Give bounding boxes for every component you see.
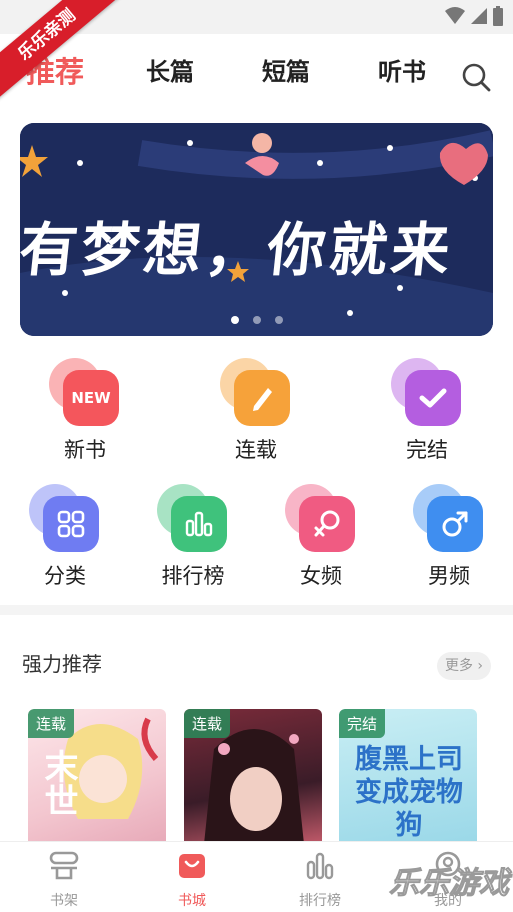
category-label: 分类 <box>44 564 86 588</box>
pencil-icon <box>234 370 290 426</box>
site-watermark: 乐乐游戏 <box>389 866 510 902</box>
more-label: 更多 <box>444 658 473 674</box>
shopping-bag-icon <box>179 854 205 878</box>
book-cover-title: 末世 <box>38 749 78 817</box>
category-label: 女频 <box>300 564 342 588</box>
section-divider <box>0 605 513 615</box>
section-title: 强力推荐 <box>22 652 102 676</box>
nav-label: 排行榜 <box>299 893 341 909</box>
new-icon-wrap: NEW <box>49 358 121 428</box>
top-tabs: 推荐 长篇 短篇 听书 <box>0 52 513 104</box>
battery-icon <box>493 6 503 26</box>
chevron-right-icon: › <box>477 658 484 674</box>
book-status-badge: 完结 <box>339 709 386 738</box>
banner-slogan: 有梦想，你就来 <box>20 216 458 284</box>
check-icon <box>405 370 461 426</box>
book-status-badge: 连载 <box>28 709 75 738</box>
book-card[interactable]: 连载 <box>184 709 322 844</box>
category-label: 排行榜 <box>161 564 225 588</box>
carousel-dot[interactable] <box>230 316 239 324</box>
grid-icon <box>43 496 99 552</box>
category-finished[interactable]: 完结 <box>372 358 482 464</box>
tab-audio[interactable]: 听书 <box>378 52 426 87</box>
book-cover-title: 腹黑上司变成宠物狗 <box>355 744 463 841</box>
status-icons <box>445 6 503 26</box>
carousel-dots <box>20 316 493 324</box>
new-icon: NEW <box>63 370 119 426</box>
book-status-badge: 连载 <box>184 709 231 738</box>
carousel-dot[interactable] <box>274 316 283 324</box>
nav-ranking[interactable]: 排行榜 <box>280 850 360 910</box>
category-classify[interactable]: 分类 <box>10 484 120 590</box>
book-card[interactable]: 完结 腹黑上司变成宠物狗 <box>339 709 477 844</box>
male-icon <box>427 496 483 552</box>
wifi-icon <box>445 7 465 24</box>
category-female[interactable]: 女频 <box>266 484 376 590</box>
category-ranking[interactable]: 排行榜 <box>138 484 248 590</box>
more-button[interactable]: 更多 › <box>437 652 491 680</box>
nav-label: 书架 <box>50 893 78 909</box>
book-card[interactable]: 连载 末世 <box>28 709 166 844</box>
category-serial[interactable]: 连载 <box>201 358 311 464</box>
tab-long[interactable]: 长篇 <box>146 52 194 87</box>
female-icon <box>299 496 355 552</box>
category-label: 完结 <box>406 438 448 462</box>
signal-icon <box>471 8 487 24</box>
search-icon[interactable] <box>461 62 491 92</box>
nav-bookstore[interactable]: 书城 <box>152 850 232 910</box>
bar-chart-icon <box>171 496 227 552</box>
category-label: 男频 <box>428 564 470 588</box>
category-label: 新书 <box>64 438 106 462</box>
carousel-dot[interactable] <box>252 316 261 324</box>
tab-short[interactable]: 短篇 <box>262 52 310 87</box>
category-label: 连载 <box>235 438 277 462</box>
nav-label: 书城 <box>178 893 206 909</box>
bar-chart-icon <box>306 852 334 880</box>
category-male[interactable]: 男频 <box>394 484 504 590</box>
bookshelf-icon <box>49 851 79 880</box>
category-new[interactable]: NEW 新书 <box>30 358 140 464</box>
promo-banner[interactable]: 有梦想，你就来 <box>20 123 493 336</box>
nav-bookshelf[interactable]: 书架 <box>24 850 104 910</box>
